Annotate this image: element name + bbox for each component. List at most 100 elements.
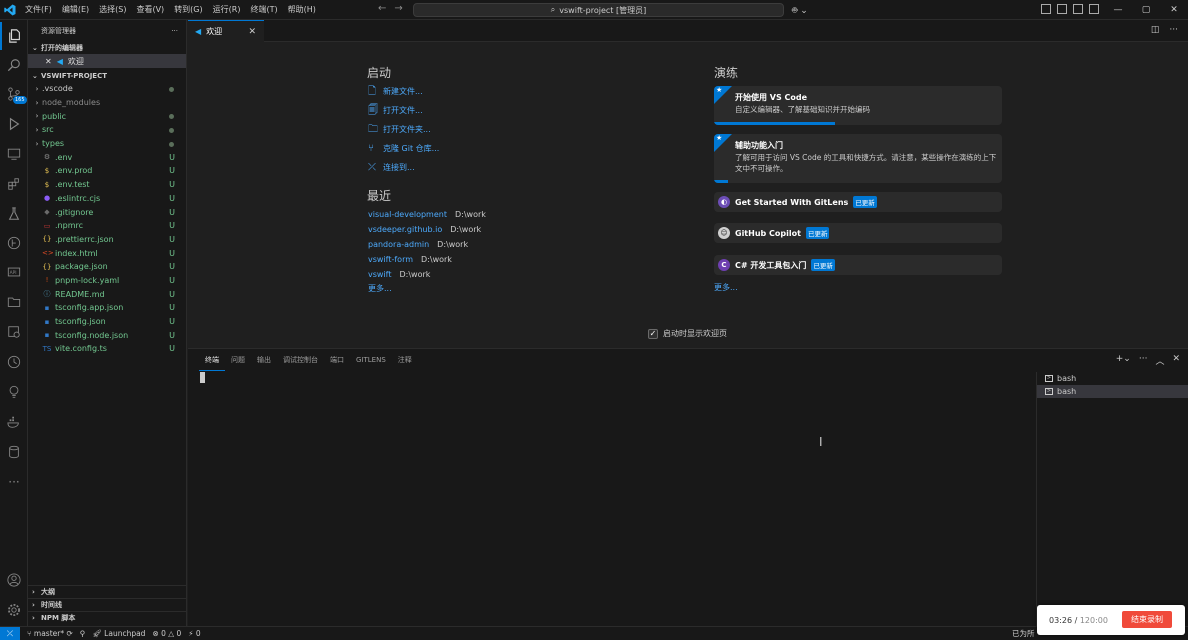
recent-item[interactable]: visual-development D:\work: [368, 210, 486, 219]
menu-item[interactable]: 编辑(E): [57, 0, 94, 20]
open-editor-item[interactable]: ✕ ◀ 欢迎: [28, 54, 186, 68]
tree-item[interactable]: $ .env.test U: [28, 178, 186, 192]
walkthrough-csharp[interactable]: C C# 开发工具包入门 已更新: [714, 255, 1002, 275]
tree-item[interactable]: $ .env.prod U: [28, 164, 186, 178]
folder-icon[interactable]: [0, 288, 28, 316]
menu-item[interactable]: 帮助(H): [283, 0, 321, 20]
recent-item[interactable]: vsdeeper.github.io D:\work: [368, 225, 481, 234]
recent-item[interactable]: pandora-admin D:\work: [368, 240, 468, 249]
open-file-link[interactable]: 🗐︎ 打开文件...: [368, 105, 423, 116]
toggle-secondary-sidebar-icon[interactable]: [1073, 4, 1083, 14]
walkthrough-gitlens[interactable]: ◐ Get Started With GitLens 已更新: [714, 192, 1002, 212]
tree-item[interactable]: ▪ tsconfig.app.json U: [28, 301, 186, 315]
show-on-startup-checkbox[interactable]: ✓: [648, 328, 658, 339]
recent-name[interactable]: vswift: [368, 270, 391, 279]
database-icon[interactable]: [0, 438, 28, 466]
panel-tab[interactable]: 端口: [324, 349, 350, 371]
walkthrough-accessibility[interactable]: ★ 辅助功能入门 了解可用于访问 VS Code 的工具和快捷方式。请注意，某些…: [714, 134, 1002, 183]
new-terminal-icon[interactable]: +⌄: [1116, 354, 1131, 367]
recent-name[interactable]: pandora-admin: [368, 240, 429, 249]
clone-repo-link[interactable]: ⑂ 克隆 Git 仓库...: [368, 143, 439, 154]
remote-indicator-icon[interactable]: ⤫: [0, 626, 20, 640]
recent-name[interactable]: visual-development: [368, 210, 447, 219]
npm-scripts-section[interactable]: › NPM 脚本: [28, 611, 187, 623]
recent-name[interactable]: vswift-form: [368, 255, 413, 264]
menu-item[interactable]: 文件(F): [20, 0, 57, 20]
maximize-panel-icon[interactable]: ︿: [1155, 354, 1164, 367]
show-on-startup-option[interactable]: ✓ 启动时显示欢迎页: [648, 328, 727, 339]
tree-item[interactable]: ⓘ README.md U: [28, 287, 186, 301]
problems-status[interactable]: ⊗ 0 △ 0: [152, 629, 181, 638]
back-arrow-icon[interactable]: ←: [378, 3, 386, 14]
tree-item[interactable]: {} package.json U: [28, 260, 186, 274]
minimize-icon[interactable]: —: [1104, 0, 1132, 20]
tree-item[interactable]: <> index.html U: [28, 246, 186, 260]
project-section[interactable]: ⌄ VSWIFT-PROJECT: [28, 70, 186, 82]
walkthrough-copilot[interactable]: ☺ GitHub Copilot 已更新: [714, 223, 1002, 243]
panel-tab[interactable]: 调试控制台: [277, 349, 324, 371]
menu-item[interactable]: 运行(R): [208, 0, 246, 20]
ports-status[interactable]: ⚡ 0: [188, 629, 200, 638]
testing-icon[interactable]: [0, 200, 28, 228]
tree-item[interactable]: ⚙ .env U: [28, 150, 186, 164]
manage-gear-icon[interactable]: [0, 596, 28, 624]
account-icon[interactable]: [0, 566, 28, 594]
menu-item[interactable]: 转到(G): [169, 0, 207, 20]
docker-icon[interactable]: [0, 408, 28, 436]
open-folder-link[interactable]: 🗀︎ 打开文件夹...: [368, 124, 431, 135]
sidebar-more-icon[interactable]: ···: [171, 27, 178, 35]
toggle-sidebar-icon[interactable]: [1041, 4, 1051, 14]
tree-item[interactable]: › types: [28, 137, 186, 151]
recent-item[interactable]: vswift-form D:\work: [368, 255, 452, 264]
close-panel-icon[interactable]: ✕: [1172, 354, 1180, 367]
open-editors-section[interactable]: ⌄ 打开的编辑器: [28, 42, 186, 54]
panel-tab[interactable]: 问题: [225, 349, 251, 371]
tree-item[interactable]: › public: [28, 109, 186, 123]
more-actions-icon[interactable]: ···: [1139, 354, 1148, 367]
panel-tab[interactable]: 终端: [199, 350, 225, 371]
customize-layout-icon[interactable]: [1089, 4, 1099, 14]
walkthroughs-more-link[interactable]: 更多...: [714, 282, 738, 293]
panel-tab[interactable]: 输出: [251, 349, 277, 371]
launchpad-status[interactable]: 🚀︎ Launchpad: [92, 629, 145, 638]
tree-item[interactable]: ● .eslintrc.cjs U: [28, 192, 186, 206]
remote-explorer-icon[interactable]: [0, 140, 28, 168]
terminal-item[interactable]: > bash: [1037, 385, 1188, 398]
run-debug-icon[interactable]: [0, 110, 28, 138]
gitlens-icon[interactable]: [0, 229, 28, 257]
tree-item[interactable]: › .vscode: [28, 82, 186, 96]
tab-welcome[interactable]: ◀ 欢迎 ✕: [188, 20, 264, 42]
panel-tab[interactable]: 注释: [392, 349, 418, 371]
tree-item[interactable]: › node_modules: [28, 96, 186, 110]
tree-item[interactable]: {} .prettierrc.json U: [28, 233, 186, 247]
database-settings-icon[interactable]: [0, 318, 28, 346]
forward-arrow-icon[interactable]: →: [394, 3, 402, 14]
tree-item[interactable]: ▪ tsconfig.json U: [28, 315, 186, 329]
timeline-clock-icon[interactable]: [0, 348, 28, 376]
recent-item[interactable]: vswift D:\work: [368, 270, 430, 279]
tree-item[interactable]: ! pnpm-lock.yaml U: [28, 274, 186, 288]
outline-section[interactable]: › 大纲: [28, 585, 187, 597]
connect-to-link[interactable]: ⤫ 连接到...: [368, 162, 415, 173]
search-icon[interactable]: [0, 51, 28, 79]
more-actions-icon[interactable]: ···: [1169, 25, 1178, 35]
extensions-icon[interactable]: [0, 170, 28, 198]
split-editor-icon[interactable]: ◫: [1151, 25, 1160, 35]
tree-item[interactable]: › src: [28, 123, 186, 137]
close-icon[interactable]: ✕: [248, 27, 256, 37]
close-icon[interactable]: ✕: [45, 57, 52, 66]
api-icon[interactable]: API: [0, 258, 28, 286]
new-file-link[interactable]: 🗋︎ 新建文件...: [368, 86, 423, 97]
explorer-icon[interactable]: [0, 22, 28, 50]
tree-item[interactable]: TS vite.config.ts U: [28, 342, 186, 356]
branch-status[interactable]: ⑂ master* ⟳: [27, 629, 73, 638]
menu-item[interactable]: 终端(T): [245, 0, 282, 20]
close-window-icon[interactable]: ✕: [1160, 0, 1188, 20]
panel-tab[interactable]: GITLENS: [350, 349, 392, 371]
maximize-icon[interactable]: ▢: [1132, 0, 1160, 20]
tree-item[interactable]: ▭ .npmrc U: [28, 219, 186, 233]
menu-item[interactable]: 选择(S): [94, 0, 131, 20]
tree-item[interactable]: ▪ tsconfig.node.json U: [28, 328, 186, 342]
tree-item[interactable]: ◆ .gitignore U: [28, 205, 186, 219]
publish-icon[interactable]: ⚲: [80, 629, 86, 638]
